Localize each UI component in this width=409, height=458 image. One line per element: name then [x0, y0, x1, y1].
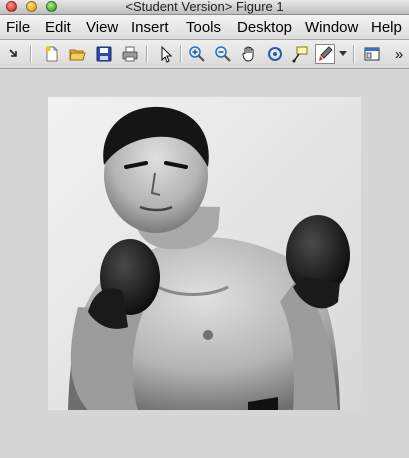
menu-tools[interactable]: Tools: [186, 19, 221, 36]
boxer-photo: [48, 97, 361, 410]
overflow-icon[interactable]: »: [392, 44, 406, 64]
menu-file[interactable]: File: [6, 19, 30, 36]
title-bar: <Student Version> Figure 1: [0, 0, 409, 15]
toolbar-separator: [30, 45, 31, 63]
rotate-3d-icon[interactable]: [265, 44, 285, 64]
menu-edit[interactable]: Edit: [45, 19, 71, 36]
toolbar-separator: [180, 45, 181, 63]
toolbar-separator: [353, 45, 354, 63]
zoom-in-icon[interactable]: [187, 44, 207, 64]
zoom-out-icon[interactable]: [213, 44, 233, 64]
show-plot-tools-icon[interactable]: [362, 44, 382, 64]
dock-arrow-icon[interactable]: [4, 44, 24, 64]
menu-window[interactable]: Window: [305, 19, 358, 36]
select-arrow-icon[interactable]: [156, 44, 176, 64]
print-icon[interactable]: [120, 44, 140, 64]
open-file-icon[interactable]: [67, 44, 87, 64]
menu-help[interactable]: Help: [371, 19, 402, 36]
window-title: <Student Version> Figure 1: [125, 0, 284, 14]
pan-hand-icon[interactable]: [239, 44, 259, 64]
menu-insert[interactable]: Insert: [131, 19, 169, 36]
brush-icon[interactable]: [315, 44, 335, 64]
menu-view[interactable]: View: [86, 19, 118, 36]
menu-desktop[interactable]: Desktop: [237, 19, 292, 36]
brush-menu-icon[interactable]: [337, 44, 349, 64]
data-cursor-icon[interactable]: [290, 44, 310, 64]
figure-toolbar: »: [0, 40, 409, 69]
new-figure-icon[interactable]: [42, 44, 62, 64]
menu-bar: File Edit View Insert Tools Desktop Wind…: [0, 15, 409, 40]
save-icon[interactable]: [94, 44, 114, 64]
toolbar-separator: [146, 45, 147, 63]
